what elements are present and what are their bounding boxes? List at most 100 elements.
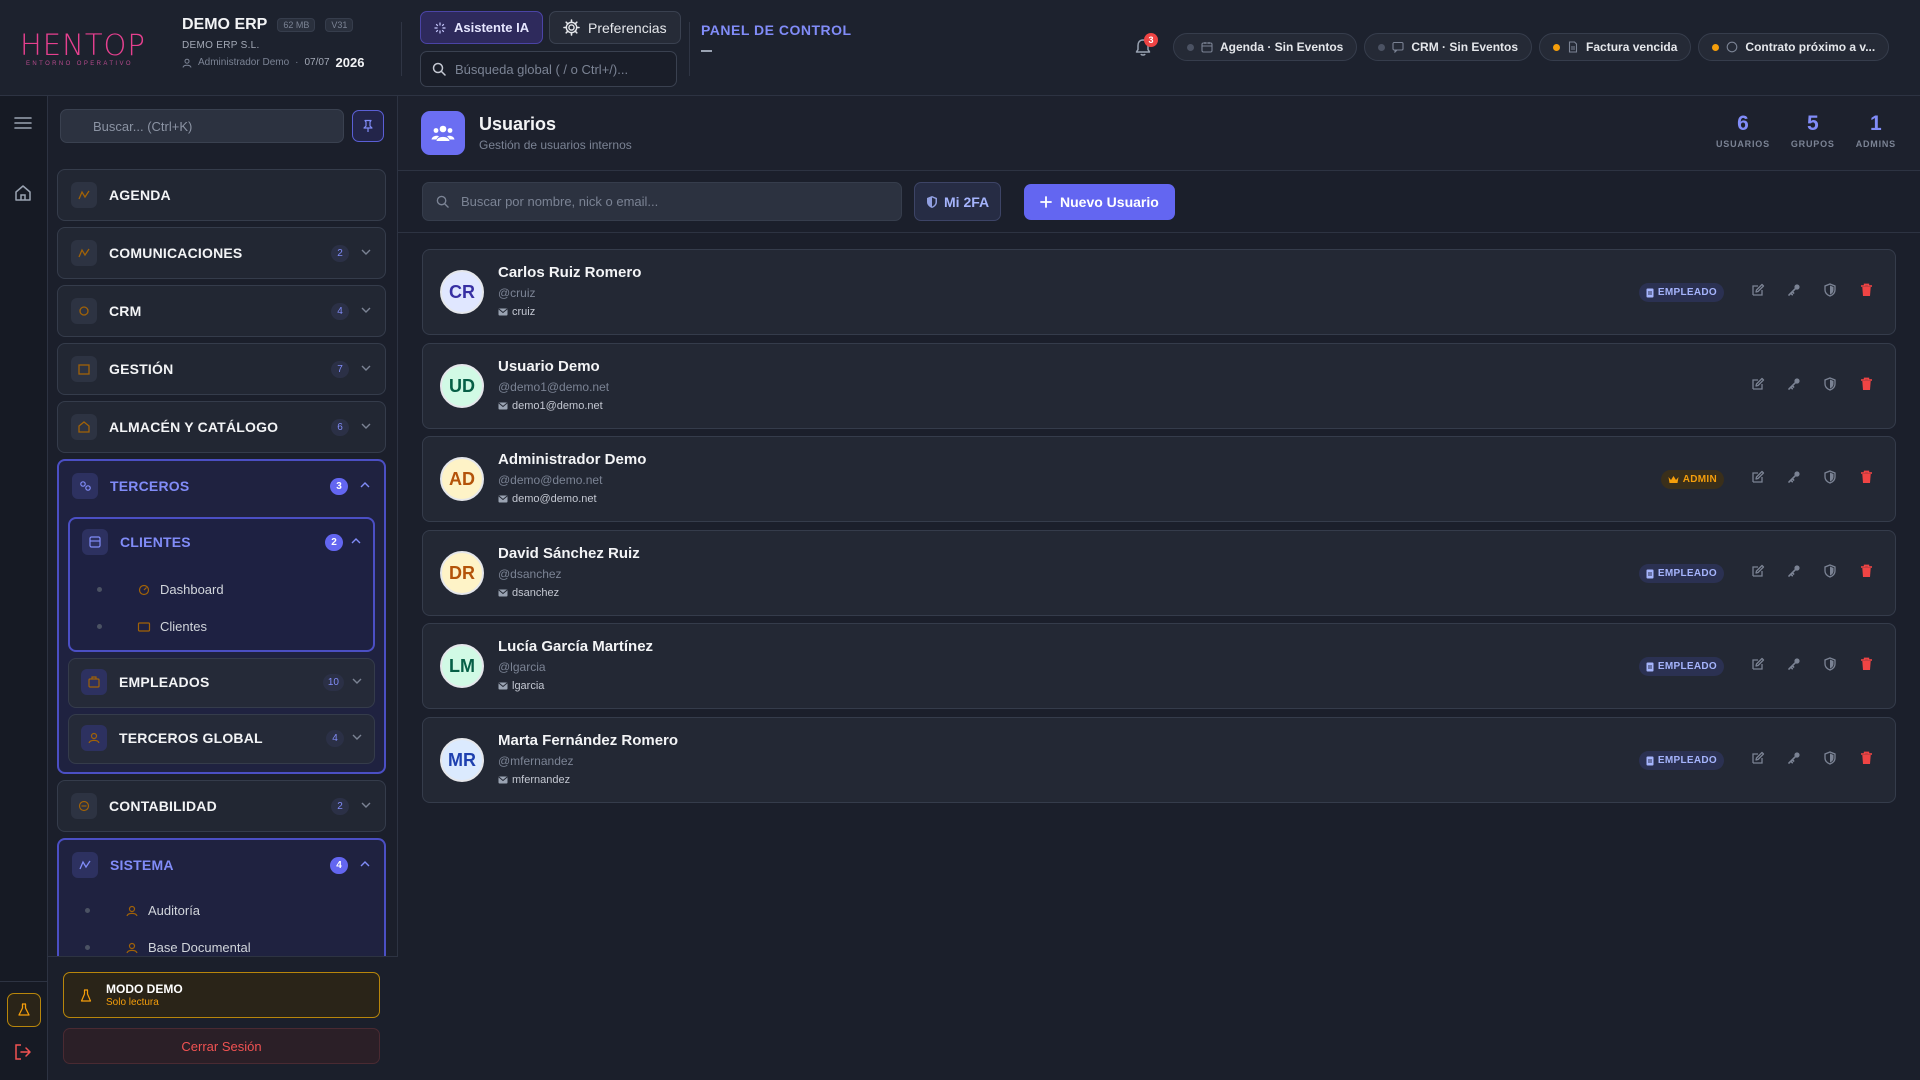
sidebar-subsection-terceros-global[interactable]: TERCEROS GLOBAL 4 [68, 714, 375, 764]
page-title: Usuarios [479, 114, 557, 134]
avatar: MR [440, 738, 484, 782]
module-icon [81, 669, 107, 695]
module-icon [71, 298, 97, 324]
demo-mode-icon[interactable] [7, 993, 41, 1027]
plus-icon [1040, 196, 1052, 208]
current-year[interactable]: 2026 [336, 55, 365, 70]
trash-icon[interactable] [1859, 751, 1873, 765]
agenda-status-label: Agenda · Sin Eventos [1220, 40, 1344, 54]
user-nick: @lgarcia [498, 660, 546, 674]
edit-icon[interactable] [1751, 470, 1765, 484]
sidebar-item-auditoria[interactable]: Auditoría [85, 903, 200, 918]
edit-icon[interactable] [1751, 283, 1765, 297]
key-icon[interactable] [1787, 564, 1801, 578]
section-label: GESTIÓN [109, 361, 174, 377]
my-2fa-button[interactable]: Mi 2FA [914, 182, 1002, 221]
sidebar-subsection-empleados[interactable]: EMPLEADOS 10 [68, 658, 375, 708]
sidebar-section-gestion[interactable]: GESTIÓN 7 [57, 343, 386, 395]
sidebar-item-clientes[interactable]: Clientes [97, 619, 207, 634]
stat-value: 5 [1806, 112, 1819, 135]
invoice-alert-pill[interactable]: Factura vencida [1539, 33, 1692, 61]
user-row[interactable]: MR Marta Fernández Romero @mfernandez mf… [422, 717, 1896, 803]
ai-assistant-label: Asistente IA [454, 20, 530, 35]
id-card-icon [1646, 662, 1654, 672]
agenda-status-pill[interactable]: Agenda · Sin Eventos [1173, 33, 1358, 61]
sidebar-item-base-documental[interactable]: Base Documental [85, 940, 251, 955]
document-icon [1567, 41, 1579, 53]
user-row[interactable]: UD Usuario Demo @demo1@demo.net demo1@de… [422, 343, 1896, 429]
row-actions [1751, 283, 1873, 297]
global-search-placeholder: Búsqueda global ( / o Ctrl+/)... [455, 61, 629, 77]
user-row[interactable]: AD Administrador Demo @demo@demo.net dem… [422, 436, 1896, 522]
trash-icon[interactable] [1859, 564, 1873, 578]
edit-icon[interactable] [1751, 751, 1765, 765]
key-icon[interactable] [1787, 283, 1801, 297]
sidebar-search-placeholder: Buscar... (Ctrl+K) [93, 118, 193, 134]
sparkle-icon [434, 22, 446, 34]
sidebar-subsection-clientes[interactable]: CLIENTES 2 Dashboard Clientes [68, 517, 375, 652]
pin-icon[interactable] [352, 110, 384, 142]
user-search-input[interactable]: Buscar por nombre, nick o email... [422, 182, 902, 221]
section-label: COMUNICACIONES [109, 245, 243, 261]
user-row[interactable]: DR David Sánchez Ruiz @dsanchez dsanchez… [422, 530, 1896, 616]
user-name: David Sánchez Ruiz [498, 545, 640, 562]
key-icon[interactable] [1787, 751, 1801, 765]
chevron-down-icon [361, 365, 371, 371]
home-icon[interactable] [13, 183, 33, 203]
trash-icon[interactable] [1859, 470, 1873, 484]
sidebar-section-almacen[interactable]: ALMACÉN Y CATÁLOGO 6 [57, 401, 386, 453]
crm-status-pill[interactable]: CRM · Sin Eventos [1364, 33, 1533, 61]
user-row[interactable]: LM Lucía García Martínez @lgarcia lgarci… [422, 623, 1896, 709]
app-logo[interactable]: HENTOP ENTORNO OPERATIVO [20, 30, 145, 68]
logout-icon[interactable] [13, 1043, 33, 1061]
ai-assistant-button[interactable]: Asistente IA [420, 11, 544, 44]
shield-icon[interactable] [1823, 470, 1837, 484]
user-row[interactable]: CR Carlos Ruiz Romero @cruiz cruiz EMPLE… [422, 249, 1896, 335]
sidebar-search-input[interactable]: Buscar... (Ctrl+K) [60, 109, 344, 143]
key-icon[interactable] [1787, 470, 1801, 484]
chevron-up-icon [360, 482, 370, 488]
sidebar-section-comunicaciones[interactable]: COMUNICACIONES 2 [57, 227, 386, 279]
avatar: LM [440, 644, 484, 688]
company-legal-name: DEMO ERP S.L. [182, 40, 260, 51]
status-pills: Agenda · Sin Eventos CRM · Sin Eventos F… [1173, 33, 1890, 61]
contract-alert-pill[interactable]: Contrato próximo a v... [1698, 33, 1890, 61]
trash-icon[interactable] [1859, 283, 1873, 297]
shield-icon[interactable] [1823, 377, 1837, 391]
edit-icon[interactable] [1751, 377, 1765, 391]
avatar: UD [440, 364, 484, 408]
row-actions [1751, 377, 1873, 391]
sidebar-item-label: Auditoría [148, 903, 201, 918]
key-icon[interactable] [1787, 377, 1801, 391]
shield-icon[interactable] [1823, 657, 1837, 671]
stat-grupos: 5 GRUPOS [1791, 112, 1835, 149]
shield-icon[interactable] [1823, 751, 1837, 765]
key-icon[interactable] [1787, 657, 1801, 671]
company-info: DEMO ERP 62 MB V31 DEMO ERP S.L. Adminis… [182, 16, 365, 70]
sidebar-section-sistema[interactable]: SISTEMA 4 Auditoría Base Documental [57, 838, 386, 968]
global-search-input[interactable]: Búsqueda global ( / o Ctrl+/)... [420, 51, 677, 87]
sidebar-section-crm[interactable]: CRM 4 [57, 285, 386, 337]
logout-button[interactable]: Cerrar Sesión [63, 1028, 380, 1064]
sidebar-section-terceros[interactable]: TERCEROS 3 CLIENTES 2 Dashboard Clientes… [57, 459, 386, 774]
trash-icon[interactable] [1859, 657, 1873, 671]
new-user-button[interactable]: Nuevo Usuario [1024, 184, 1175, 220]
subsection-count-badge: 4 [326, 730, 344, 747]
edit-icon[interactable] [1751, 564, 1765, 578]
status-dot [1378, 43, 1386, 51]
contract-alert-label: Contrato próximo a v... [1745, 40, 1876, 54]
preferences-button[interactable]: Preferencias [549, 11, 681, 44]
flask-icon [80, 988, 92, 1002]
sidebar-section-contabilidad[interactable]: CONTABILIDAD 2 [57, 780, 386, 832]
sidebar-section-agenda[interactable]: AGENDA [57, 169, 386, 221]
sidebar-item-dashboard[interactable]: Dashboard [97, 582, 224, 597]
panel-de-control-tab[interactable]: PANEL DE CONTROL [701, 22, 852, 38]
shield-icon[interactable] [1823, 283, 1837, 297]
hamburger-menu-icon[interactable] [13, 116, 33, 130]
new-user-label: Nuevo Usuario [1060, 194, 1159, 210]
shield-icon[interactable] [1823, 564, 1837, 578]
trash-icon[interactable] [1859, 377, 1873, 391]
edit-icon[interactable] [1751, 657, 1765, 671]
demo-mode-banner: MODO DEMO Solo lectura [63, 972, 380, 1018]
page-subtitle: Gestión de usuarios internos [479, 138, 632, 152]
